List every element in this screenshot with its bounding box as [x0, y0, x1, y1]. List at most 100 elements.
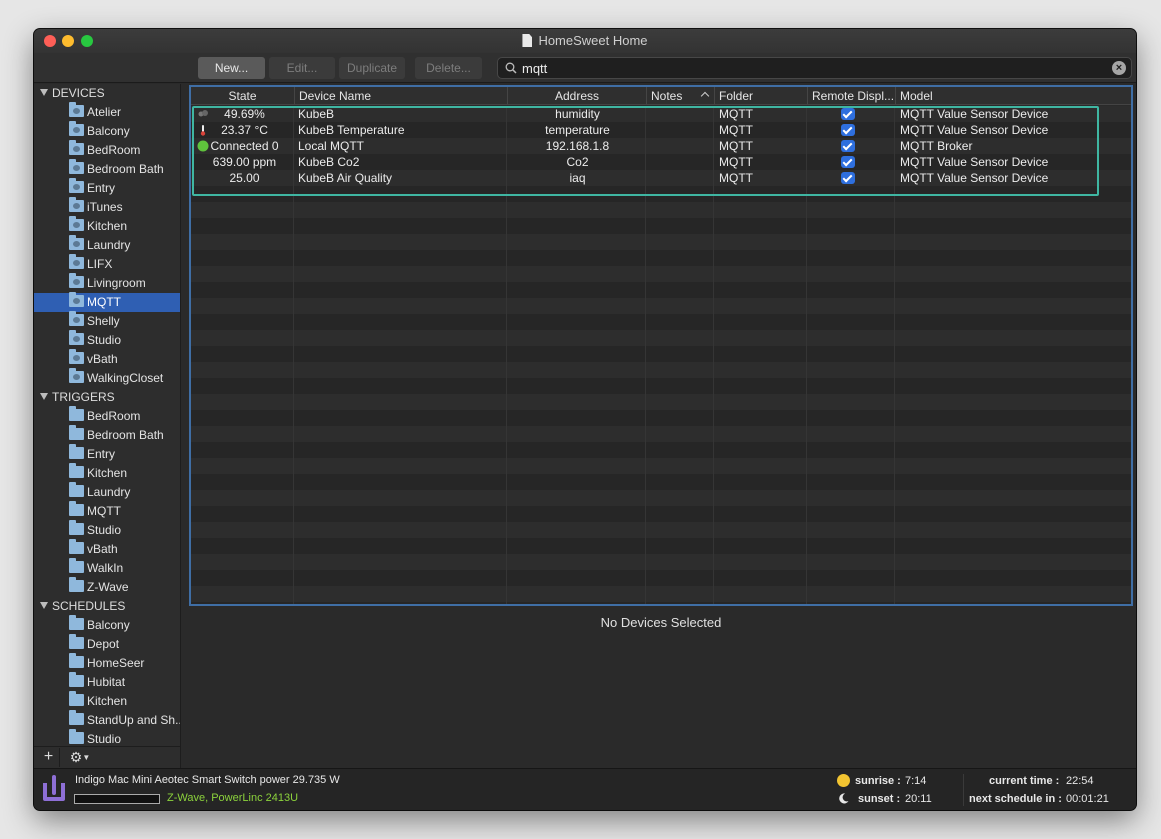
sidebar-item-bedroom-bath[interactable]: Bedroom Bath	[34, 425, 180, 445]
column-header-device-name[interactable]: Device Name	[294, 87, 507, 105]
sidebar-item-depot[interactable]: Depot	[34, 634, 180, 654]
table-row[interactable]: 639.00 ppm KubeB Co2 Co2 MQTT MQTT Value Sen…	[191, 154, 1131, 170]
table-row-background	[191, 490, 1131, 506]
device-folder-icon	[69, 254, 84, 269]
new-button[interactable]: New...	[198, 57, 265, 79]
sidebar-item-shelly[interactable]: Shelly	[34, 311, 180, 331]
sidebar-item-mqtt[interactable]: MQTT	[34, 501, 180, 521]
column-header-address[interactable]: Address	[507, 87, 646, 105]
delete-button[interactable]: Delete...	[415, 57, 482, 79]
device-table[interactable]: State Device Name Address Notes Folder R…	[189, 85, 1133, 606]
clear-search-icon[interactable]: ×	[1112, 61, 1126, 75]
table-row-background	[191, 522, 1131, 538]
sunrise-value: 7:14	[905, 775, 927, 787]
search-field[interactable]: mqtt ×	[497, 57, 1132, 79]
column-header-model[interactable]: Model	[895, 87, 1131, 105]
table-row-background	[191, 282, 1131, 298]
sidebar-item-bedroom[interactable]: BedRoom	[34, 406, 180, 426]
sidebar-item-entry[interactable]: Entry	[34, 178, 180, 198]
sidebar-item-mqtt[interactable]: MQTT	[34, 292, 180, 312]
sidebar-item-vbath[interactable]: vBath	[34, 539, 180, 559]
device-name-cell: KubeB Co2	[298, 155, 360, 169]
table-row[interactable]: 23.37 °C KubeB Temperature temperature MQTT…	[191, 122, 1131, 138]
table-row[interactable]: 49.69% KubeB humidity MQTT MQTT Value Sensor…	[191, 106, 1131, 122]
search-input[interactable]: mqtt	[522, 61, 547, 76]
state-cell: 25.00	[229, 171, 260, 185]
table-row[interactable]: Connected 0 Local MQTT 192.168.1.8 MQTT MQTT…	[191, 138, 1131, 154]
duplicate-button[interactable]: Duplicate	[339, 57, 405, 79]
column-header-state[interactable]: State	[191, 87, 294, 105]
sidebar-item-bedroom-bath[interactable]: Bedroom Bath	[34, 159, 180, 179]
table-header: State Device Name Address Notes Folder R…	[191, 87, 1131, 105]
sidebar-item-kitchen[interactable]: Kitchen	[34, 463, 180, 483]
devices-group-header[interactable]: DEVICES	[34, 84, 180, 103]
title-bar: HomeSweet Home	[34, 29, 1136, 53]
chevron-down-icon: ▼	[82, 753, 91, 762]
device-folder-icon	[69, 159, 84, 174]
model-cell: MQTT Value Sensor Device	[900, 123, 1049, 137]
gear-icon: ⚙	[69, 749, 83, 765]
column-header-remote-display[interactable]: Remote Displ...	[807, 87, 895, 105]
folder-icon	[69, 463, 84, 478]
sidebar-item-walkingcloset[interactable]: WalkingCloset	[34, 368, 180, 388]
remote-display-checkbox[interactable]	[841, 140, 855, 152]
sidebar-item-laundry[interactable]: Laundry	[34, 235, 180, 255]
sidebar-item-bedroom[interactable]: BedRoom	[34, 140, 180, 160]
table-body: 49.69% KubeB humidity MQTT MQTT Value Sensor…	[191, 106, 1131, 604]
search-icon	[505, 62, 517, 74]
sidebar-item-studio[interactable]: Studio	[34, 330, 180, 350]
table-row[interactable]: 25.00 KubeB Air Quality iaq MQTT MQTT Value …	[191, 170, 1131, 186]
sidebar-item-studio[interactable]: Studio	[34, 729, 180, 746]
moon-icon	[839, 793, 849, 804]
remote-display-checkbox[interactable]	[841, 124, 855, 136]
sidebar-item-homeseer[interactable]: HomeSeer	[34, 653, 180, 673]
edit-button[interactable]: Edit...	[269, 57, 335, 79]
folder-icon	[69, 501, 84, 516]
disclosure-triangle-icon[interactable]	[40, 89, 48, 96]
sidebar-item-label: Hubitat	[87, 675, 126, 689]
schedules-group-header[interactable]: SCHEDULES	[34, 597, 180, 616]
remote-display-checkbox[interactable]	[841, 108, 855, 120]
column-header-notes[interactable]: Notes	[646, 87, 714, 105]
add-folder-button[interactable]: +	[38, 748, 60, 767]
device-name-cell: Local MQTT	[298, 139, 365, 153]
sidebar-item-kitchen[interactable]: Kitchen	[34, 216, 180, 236]
sidebar-item-label: Livingroom	[87, 276, 146, 290]
folder-icon	[69, 615, 84, 630]
sidebar-item-laundry[interactable]: Laundry	[34, 482, 180, 502]
remote-display-checkbox[interactable]	[841, 156, 855, 168]
sidebar-item-label: Bedroom Bath	[87, 428, 164, 442]
sidebar-item-label: iTunes	[87, 200, 123, 214]
sidebar-item-vbath[interactable]: vBath	[34, 349, 180, 369]
sidebar: DEVICES Atelier Balcony BedRoom Bedroom Bat…	[34, 84, 181, 746]
gear-menu-button[interactable]: ⚙▼	[64, 748, 96, 767]
sidebar-item-lifx[interactable]: LIFX	[34, 254, 180, 274]
sidebar-item-livingroom[interactable]: Livingroom	[34, 273, 180, 293]
sidebar-item-hubitat[interactable]: Hubitat	[34, 672, 180, 692]
sidebar-item-z-wave[interactable]: Z-Wave	[34, 577, 180, 597]
sidebar-item-standup-and-sh[interactable]: StandUp and Sh...	[34, 710, 180, 730]
main-window: HomeSweet Home New... Edit... Duplicate …	[34, 29, 1136, 810]
sidebar-item-balcony[interactable]: Balcony	[34, 615, 180, 635]
disclosure-triangle-icon[interactable]	[40, 393, 48, 400]
zwave-interface-link[interactable]: Z-Wave	[167, 792, 205, 804]
sidebar-item-label: Studio	[87, 523, 122, 537]
disclosure-triangle-icon[interactable]	[40, 602, 48, 609]
powerlinc-interface-link[interactable]: PowerLinc 2413U	[211, 792, 298, 804]
table-row-background	[191, 458, 1131, 474]
sidebar-item-studio[interactable]: Studio	[34, 520, 180, 540]
triggers-group-header[interactable]: TRIGGERS	[34, 388, 180, 407]
sidebar-item-entry[interactable]: Entry	[34, 444, 180, 464]
sidebar-item-itunes[interactable]: iTunes	[34, 197, 180, 217]
folder-cell: MQTT	[719, 139, 753, 153]
sidebar-item-atelier[interactable]: Atelier	[34, 102, 180, 122]
sidebar-item-label: WalkingCloset	[87, 371, 164, 385]
current-time-label: current time :	[989, 775, 1060, 787]
remote-display-checkbox[interactable]	[841, 172, 855, 184]
sidebar-item-balcony[interactable]: Balcony	[34, 121, 180, 141]
sidebar-item-kitchen[interactable]: Kitchen	[34, 691, 180, 711]
table-row-background	[191, 362, 1131, 378]
folder-icon	[69, 691, 84, 706]
column-header-folder[interactable]: Folder	[714, 87, 807, 105]
sidebar-item-walkin[interactable]: WalkIn	[34, 558, 180, 578]
